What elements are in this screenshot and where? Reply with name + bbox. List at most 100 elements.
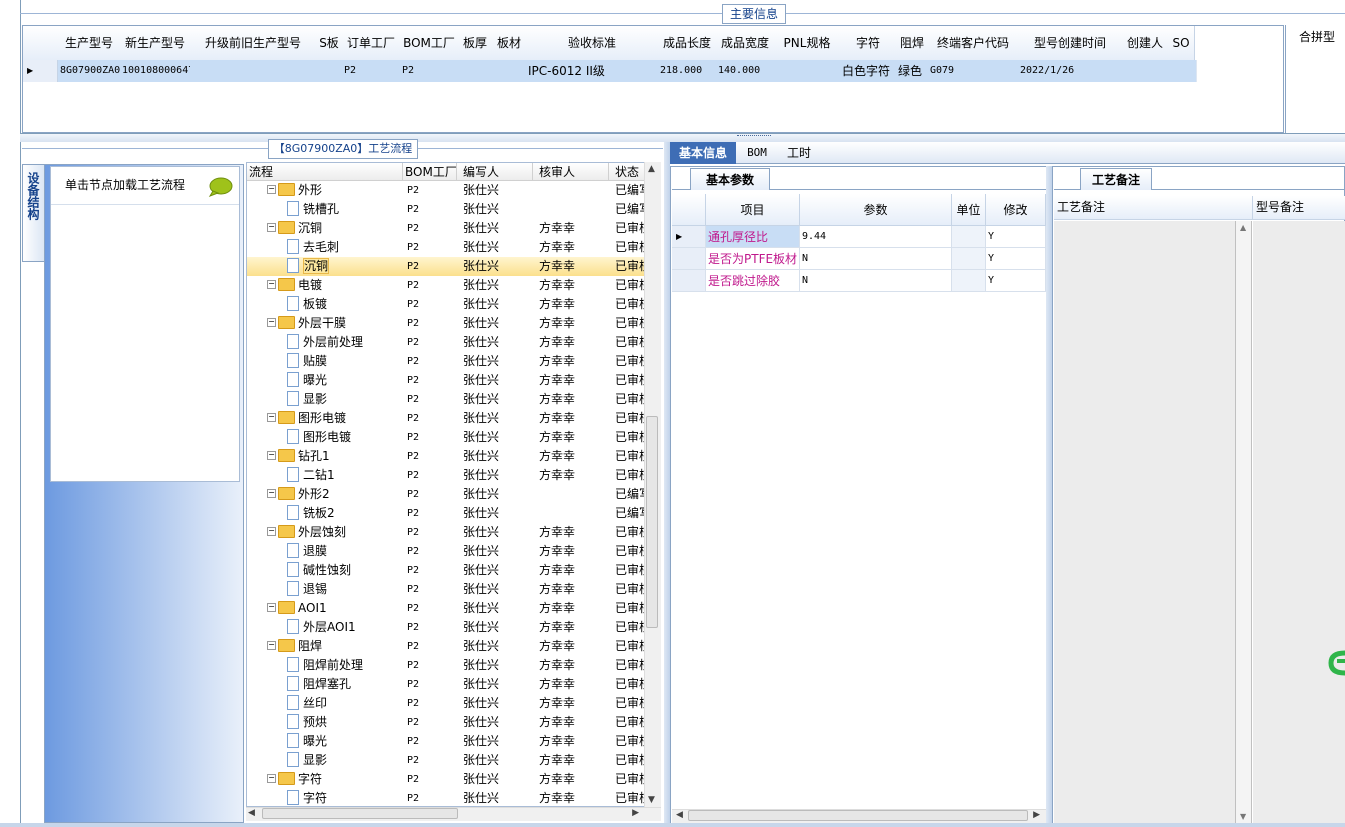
- product-cell-7[interactable]: [492, 60, 529, 82]
- param-row[interactable]: ▶ 通孔厚径比 9.44 Y: [672, 226, 1046, 248]
- param-row[interactable]: 是否跳过除胶 N Y: [672, 270, 1046, 292]
- scroll-left-icon[interactable]: ◀: [676, 810, 683, 820]
- col-header-10[interactable]: 成品宽度: [716, 26, 775, 61]
- col-header-4[interactable]: 订单工厂: [342, 26, 401, 61]
- col-header-0[interactable]: 生产型号: [58, 26, 121, 61]
- tree-row[interactable]: 去毛刺 P2 张仕兴 方幸幸 已审核: [247, 238, 651, 257]
- tree-row[interactable]: 阻焊前处理 P2 张仕兴 方幸幸 已审核: [247, 656, 651, 675]
- product-cell-14[interactable]: G079: [928, 60, 1021, 82]
- tree-row[interactable]: 丝印 P2 张仕兴 方幸幸 已审核: [247, 694, 651, 713]
- param-cell-value[interactable]: N: [800, 248, 952, 270]
- product-cell-0[interactable]: 8G07900ZA0: [58, 60, 123, 82]
- tab-bom[interactable]: BOM: [740, 142, 774, 164]
- tree-row[interactable]: 显影 P2 张仕兴 方幸幸 已审核: [247, 751, 651, 770]
- params-grid[interactable]: 项目 参数 单位 修改 ▶ 通孔厚径比 9.44 Y 是否为PTFE板材 N Y 是否跳过除胶…: [672, 194, 1046, 294]
- param-row[interactable]: 是否为PTFE板材 N Y: [672, 248, 1046, 270]
- tree-row[interactable]: − 钻孔1 P2 张仕兴 方幸幸 已审核: [247, 447, 651, 466]
- param-cell-item[interactable]: 是否为PTFE板材: [706, 248, 800, 270]
- tree-node[interactable]: − 钻孔1: [247, 447, 423, 466]
- tree-row[interactable]: 外层前处理 P2 张仕兴 方幸幸 已审核: [247, 333, 651, 352]
- tree-row[interactable]: 阻焊塞孔 P2 张仕兴 方幸幸 已审核: [247, 675, 651, 694]
- tree-horizontal-thumb[interactable]: [262, 808, 458, 819]
- product-cell-4[interactable]: P2: [342, 60, 403, 82]
- col-header-2[interactable]: 升级前旧生产型号: [190, 26, 317, 61]
- remark-vertical-scrollbar[interactable]: ▲ ▼: [1236, 221, 1252, 823]
- tree-row[interactable]: 铣槽孔 P2 张仕兴 已编写: [247, 200, 651, 219]
- tree-row[interactable]: 显影 P2 张仕兴 方幸幸 已审核: [247, 390, 651, 409]
- col-header-16[interactable]: 创建人: [1122, 26, 1169, 61]
- tree-row[interactable]: − 外层蚀刻 P2 张仕兴 方幸幸 已审核: [247, 523, 651, 542]
- tree-node[interactable]: − 外形: [247, 181, 423, 200]
- tree-node[interactable]: − 沉铜: [247, 219, 423, 238]
- param-cell-unit[interactable]: [952, 248, 986, 270]
- collapse-icon[interactable]: −: [267, 318, 276, 327]
- param-cell-unit[interactable]: [952, 226, 986, 248]
- collapse-icon[interactable]: −: [267, 641, 276, 650]
- row-indicator-icon[interactable]: ▶: [672, 226, 706, 248]
- tab-work-hours[interactable]: 工时: [782, 142, 816, 164]
- tree-row[interactable]: − AOI1 P2 张仕兴 方幸幸 已审核: [247, 599, 651, 618]
- scroll-right-icon[interactable]: ▶: [632, 808, 639, 818]
- product-cell-1[interactable]: 10010800064799: [120, 60, 193, 82]
- row-selector[interactable]: [672, 248, 706, 270]
- scroll-down-icon[interactable]: ▼: [1240, 812, 1246, 821]
- grid-corner[interactable]: [23, 26, 59, 61]
- col-header-modify[interactable]: 修改: [986, 194, 1046, 226]
- collapse-icon[interactable]: −: [267, 413, 276, 422]
- product-cell-15[interactable]: 2022/1/26: [1018, 60, 1125, 82]
- tree-row[interactable]: − 阻焊 P2 张仕兴 方幸幸 已审核: [247, 637, 651, 656]
- tree-row[interactable]: 沉铜 P2 张仕兴 方幸幸 已审核: [247, 257, 651, 276]
- col-header-13[interactable]: 阻焊: [896, 26, 929, 61]
- tree-row[interactable]: 图形电镀 P2 张仕兴 方幸幸 已审核: [247, 428, 651, 447]
- tree-row[interactable]: 曝光 P2 张仕兴 方幸幸 已审核: [247, 371, 651, 390]
- product-cell-11[interactable]: [774, 60, 843, 82]
- product-cell-17[interactable]: [1168, 60, 1197, 82]
- col-header-6[interactable]: 板厚: [458, 26, 493, 61]
- product-cell-13[interactable]: 绿色: [896, 60, 931, 82]
- col-header-12[interactable]: 字符: [840, 26, 897, 61]
- process-tree-table[interactable]: 流程 BOM工厂 编写人 核审人 状态 − 外形 P2 张仕兴 已编写 铣槽孔 P2 张仕兴已…: [246, 162, 661, 807]
- tree-row[interactable]: − 沉铜 P2 张仕兴 方幸幸 已审核: [247, 219, 651, 238]
- splitter-grip-icon[interactable]: [737, 135, 771, 139]
- param-cell-value[interactable]: N: [800, 270, 952, 292]
- tree-node[interactable]: − 图形电镀: [247, 409, 423, 428]
- tree-row[interactable]: 外层AOI1 P2 张仕兴 方幸幸 已审核: [247, 618, 651, 637]
- scroll-up-icon[interactable]: ▲: [648, 164, 655, 174]
- col-header-1[interactable]: 新生产型号: [120, 26, 191, 61]
- product-cell-9[interactable]: 218.000: [658, 60, 719, 82]
- process-remark-field[interactable]: [1054, 221, 1236, 823]
- col-header-9[interactable]: 成品长度: [658, 26, 717, 61]
- collapse-icon[interactable]: −: [267, 603, 276, 612]
- scroll-down-icon[interactable]: ▼: [648, 795, 655, 805]
- scroll-left-icon[interactable]: ◀: [248, 808, 255, 818]
- load-flow-hint[interactable]: 单击节点加载工艺流程: [65, 176, 205, 194]
- tree-node[interactable]: − 电镀: [247, 276, 423, 295]
- col-header-3[interactable]: S板: [316, 26, 343, 61]
- param-cell-modify[interactable]: Y: [986, 226, 1046, 248]
- tree-row[interactable]: 曝光 P2 张仕兴 方幸幸 已审核: [247, 732, 651, 751]
- tree-row[interactable]: 碱性蚀刻 P2 张仕兴 方幸幸 已审核: [247, 561, 651, 580]
- tree-node[interactable]: − 阻焊: [247, 637, 423, 656]
- row-indicator-icon[interactable]: ▶: [23, 60, 58, 82]
- structure-box[interactable]: [50, 166, 240, 482]
- tree-row[interactable]: − 外层干膜 P2 张仕兴 方幸幸 已审核: [247, 314, 651, 333]
- col-header-15[interactable]: 型号创建时间: [1018, 26, 1123, 61]
- collapse-icon[interactable]: −: [267, 280, 276, 289]
- tree-row[interactable]: 预烘 P2 张仕兴 方幸幸 已审核: [247, 713, 651, 732]
- tree-row[interactable]: − 电镀 P2 张仕兴 方幸幸 已审核: [247, 276, 651, 295]
- col-header-flow[interactable]: 流程: [247, 163, 403, 181]
- tree-node[interactable]: − AOI1: [247, 599, 423, 618]
- product-cell-5[interactable]: P2: [400, 60, 461, 82]
- col-header-unit[interactable]: 单位: [952, 194, 986, 226]
- params-horizontal-thumb[interactable]: [688, 810, 1028, 821]
- tree-row[interactable]: 铣板2 P2 张仕兴 已编写: [247, 504, 651, 523]
- param-cell-unit[interactable]: [952, 270, 986, 292]
- tab-basic-info[interactable]: 基本信息: [670, 142, 736, 164]
- scroll-up-icon[interactable]: ▲: [1240, 223, 1246, 232]
- col-header-14[interactable]: 终端客户代码: [928, 26, 1019, 61]
- param-cell-item[interactable]: 通孔厚径比: [706, 226, 800, 248]
- scroll-right-icon[interactable]: ▶: [1033, 810, 1040, 820]
- col-header-8[interactable]: 验收标准: [526, 26, 659, 61]
- param-cell-modify[interactable]: Y: [986, 248, 1046, 270]
- tree-row[interactable]: 二钻1 P2 张仕兴 方幸幸 已审核: [247, 466, 651, 485]
